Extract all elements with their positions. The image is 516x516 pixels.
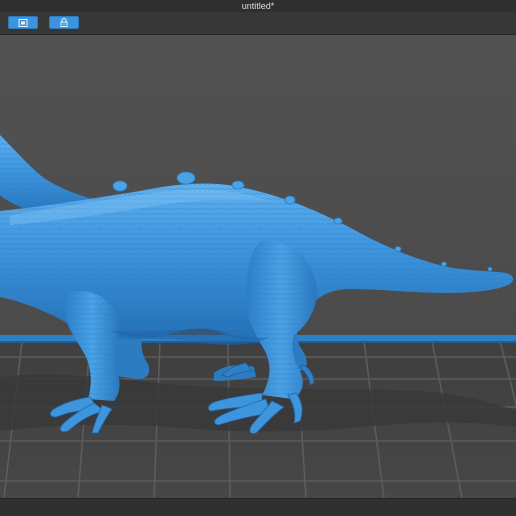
lock-icon (59, 18, 69, 27)
frame-view-button[interactable] (8, 16, 38, 29)
status-bar (0, 498, 516, 516)
title-bar: untitled* (0, 0, 516, 12)
toolbar (0, 12, 516, 35)
3d-viewport[interactable] (0, 35, 516, 498)
lock-button[interactable] (49, 16, 79, 29)
square-frame-icon (18, 18, 28, 27)
app-window: untitled* (0, 0, 516, 516)
window-title: untitled* (241, 1, 275, 11)
